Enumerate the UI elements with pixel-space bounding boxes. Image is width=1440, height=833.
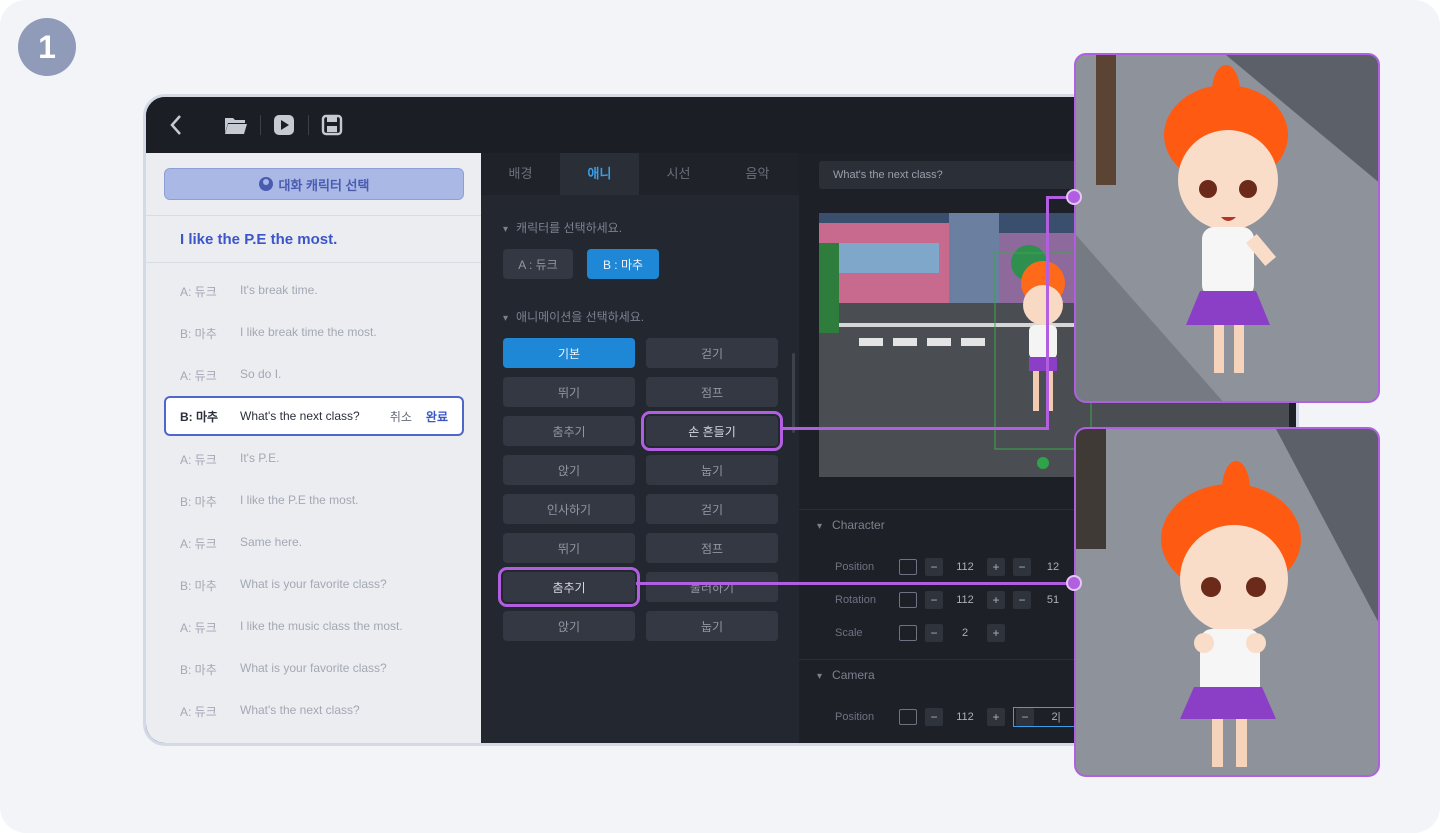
position-y-stepper[interactable]: − 12 — [1013, 557, 1071, 577]
anim-jump-button[interactable]: 점프 — [646, 377, 778, 407]
tab-gaze[interactable]: 시선 — [639, 153, 718, 195]
link-icon[interactable] — [899, 592, 917, 608]
anim-basic-button[interactable]: 기본 — [503, 338, 635, 368]
anim-sit-button[interactable]: 앉기 — [503, 611, 635, 641]
choose-character-label: 캐릭터를 선택하세요. — [503, 219, 622, 236]
play-icon[interactable] — [270, 111, 298, 139]
dialog-line[interactable]: B: 마추 What is your favorite class? — [180, 661, 387, 681]
dialog-line[interactable]: A: 듀크 Same here. — [180, 535, 302, 555]
plus-icon[interactable]: + — [987, 624, 1005, 642]
tab-background[interactable]: 배경 — [481, 153, 560, 195]
dialog-line[interactable]: A: 듀크 What's the next class? — [180, 703, 360, 723]
connector-line — [1046, 196, 1049, 430]
connector-dot — [1066, 189, 1082, 205]
tab-music[interactable]: 음악 — [718, 153, 797, 195]
anim-dance-button[interactable]: 춤추기 — [498, 567, 640, 607]
camera-position-label: Position — [835, 711, 875, 723]
dialog-panel: 대화 캐릭터 선택 I like the P.E the most. A: 듀크… — [146, 153, 481, 743]
tab-animation[interactable]: 애니 — [560, 153, 639, 195]
choose-animation-label: 애니메이션을 선택하세요. — [503, 308, 644, 325]
dialog-line-input[interactable]: What's the next class? — [240, 409, 390, 423]
anim-sit-button[interactable]: 앉기 — [503, 455, 635, 485]
position-label: Position — [835, 561, 875, 573]
dialog-line-editing[interactable]: B: 마추 What's the next class? 취소 완료 — [164, 396, 464, 436]
plus-icon[interactable]: + — [987, 558, 1005, 576]
position-x-stepper[interactable]: − 112 + — [925, 557, 1005, 577]
scrollbar[interactable] — [792, 353, 795, 433]
rotation-y-stepper[interactable]: − 51 — [1013, 590, 1071, 610]
dance-animation-preview — [1074, 427, 1380, 777]
character-b-button[interactable]: B : 마추 — [587, 249, 659, 279]
minus-icon[interactable]: − — [925, 624, 943, 642]
minus-icon[interactable]: − — [925, 591, 943, 609]
dialog-line[interactable]: B: 마추 I like break time the most. — [180, 325, 377, 345]
rotation-x-stepper[interactable]: − 112 + — [925, 590, 1005, 610]
folder-icon[interactable] — [222, 111, 250, 139]
anim-run-button[interactable]: 뛰기 — [503, 377, 635, 407]
minus-icon[interactable]: − — [925, 558, 943, 576]
minus-icon[interactable]: − — [1013, 591, 1031, 609]
connector-line — [780, 427, 1048, 430]
dialog-line[interactable]: B: 마추 What is your favorite class? — [180, 577, 387, 597]
minus-icon[interactable]: − — [1013, 558, 1031, 576]
anim-dance-button[interactable]: 춤추기 — [503, 416, 635, 446]
back-icon[interactable] — [162, 111, 190, 139]
dialog-line[interactable]: A: 듀크 It's P.E. — [180, 451, 279, 471]
anim-look-around-button[interactable]: 둘러하기 — [646, 572, 778, 602]
wave-animation-preview — [1074, 53, 1380, 403]
character-a-button[interactable]: A : 듀크 — [503, 249, 573, 279]
anim-walk-button[interactable]: 걷기 — [646, 338, 778, 368]
user-icon — [258, 177, 273, 191]
link-icon[interactable] — [899, 559, 917, 575]
done-button[interactable]: 완료 — [426, 408, 448, 425]
dialog-line[interactable]: A: 듀크 I like the music class the most. — [180, 619, 403, 639]
cancel-button[interactable]: 취소 — [390, 408, 412, 425]
step-badge: 1 — [18, 18, 76, 76]
anim-lie-button[interactable]: 눕기 — [646, 455, 778, 485]
anim-run-button[interactable]: 뛰기 — [503, 533, 635, 563]
scale-label: Scale — [835, 627, 863, 639]
instruction-frame: 1 대화 캐릭터 선택 I like the P.E the most. A: … — [0, 0, 1440, 833]
plus-icon[interactable]: + — [987, 708, 1005, 726]
save-icon[interactable] — [318, 111, 346, 139]
anim-lie-button[interactable]: 눕기 — [646, 611, 778, 641]
select-character-button[interactable]: 대화 캐릭터 선택 — [164, 168, 464, 200]
dialog-title: I like the P.E the most. — [146, 215, 481, 263]
camera-x-stepper[interactable]: − 112 + — [925, 707, 1005, 727]
anim-jump-button[interactable]: 점프 — [646, 533, 778, 563]
scale-stepper[interactable]: − 2 + — [925, 623, 1005, 643]
dialog-line[interactable]: A: 듀크 So do I. — [180, 367, 281, 387]
anim-wave-button[interactable]: 손 흔들기 — [641, 411, 783, 451]
minus-icon[interactable]: − — [925, 708, 943, 726]
rotation-label: Rotation — [835, 594, 876, 606]
camera-y-stepper[interactable]: − 2| — [1013, 707, 1077, 727]
connector-line — [636, 582, 1076, 585]
dialog-line[interactable]: B: 마추 I like the P.E the most. — [180, 493, 359, 513]
plus-icon[interactable]: + — [987, 591, 1005, 609]
link-icon[interactable] — [899, 625, 917, 641]
tab-bar: 배경 애니 시선 음악 — [481, 153, 799, 195]
minus-icon[interactable]: − — [1016, 708, 1034, 726]
animation-panel: 배경 애니 시선 음악 캐릭터를 선택하세요. A : 듀크 B : 마추 애니… — [481, 153, 799, 743]
anim-walk-button[interactable]: 걷기 — [646, 494, 778, 524]
connector-dot — [1066, 575, 1082, 591]
anim-greet-button[interactable]: 인사하기 — [503, 494, 635, 524]
link-icon[interactable] — [899, 709, 917, 725]
dialog-line[interactable]: A: 듀크 It's break time. — [180, 283, 318, 303]
